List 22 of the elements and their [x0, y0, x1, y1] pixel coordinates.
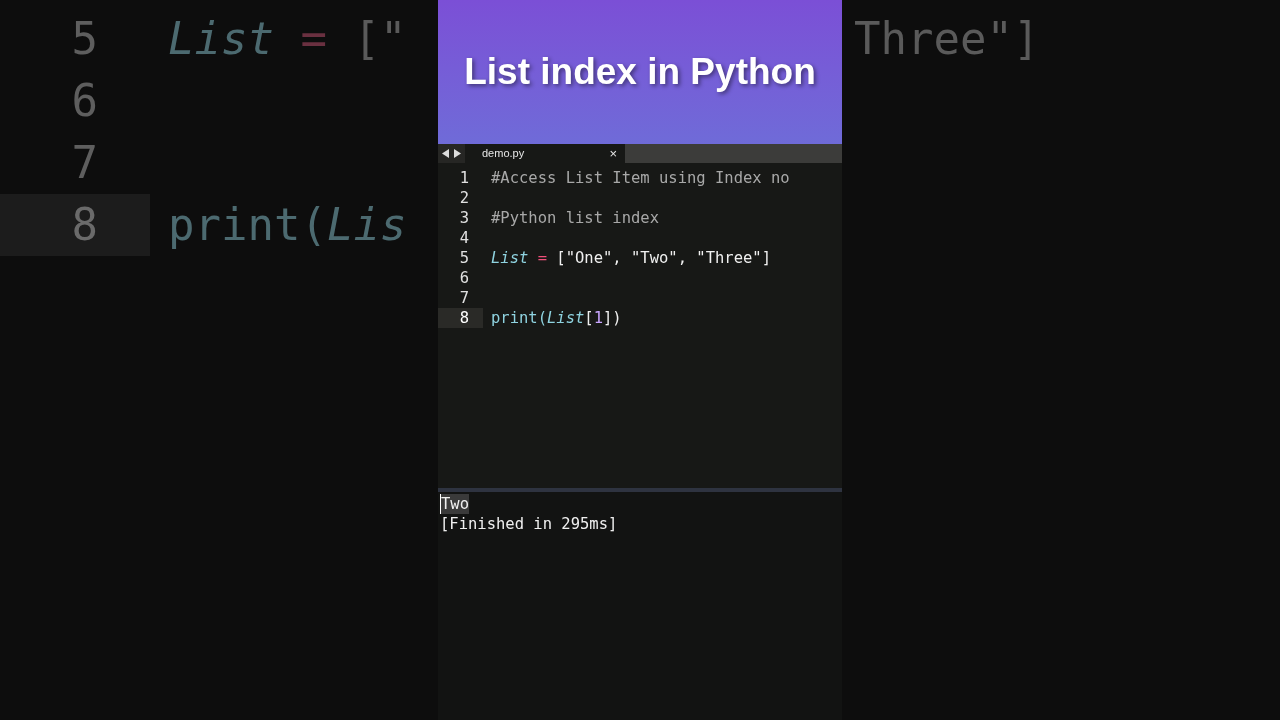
line-number: 4	[458, 228, 470, 248]
line-number: 2	[458, 188, 470, 208]
line-number: 7	[458, 288, 470, 308]
line-number: 1	[458, 168, 470, 188]
line-number: 7	[70, 136, 99, 190]
scroll-left-icon[interactable]	[442, 149, 450, 158]
code-line: #Access List Item using Index no	[490, 168, 790, 188]
line-number: 6	[458, 268, 470, 288]
line-number: 6	[70, 74, 99, 128]
scroll-right-icon[interactable]	[453, 149, 461, 158]
code-line: print(List[1])	[490, 308, 622, 328]
line-number: 8	[438, 308, 483, 328]
output-line: [Finished in 295ms]	[440, 514, 618, 534]
line-number: 8	[0, 194, 150, 256]
video-title: List index in Python	[464, 50, 816, 95]
line-number: 5	[458, 248, 470, 268]
line-number: 3	[458, 208, 470, 228]
line-number: 5	[70, 12, 99, 66]
code-line: #Python list index	[490, 208, 659, 228]
close-tab-button[interactable]: ×	[609, 143, 617, 164]
code-line: List = ["One", "Two", "Three"]	[490, 248, 771, 268]
file-tab[interactable]: demo.py ×	[465, 144, 625, 163]
